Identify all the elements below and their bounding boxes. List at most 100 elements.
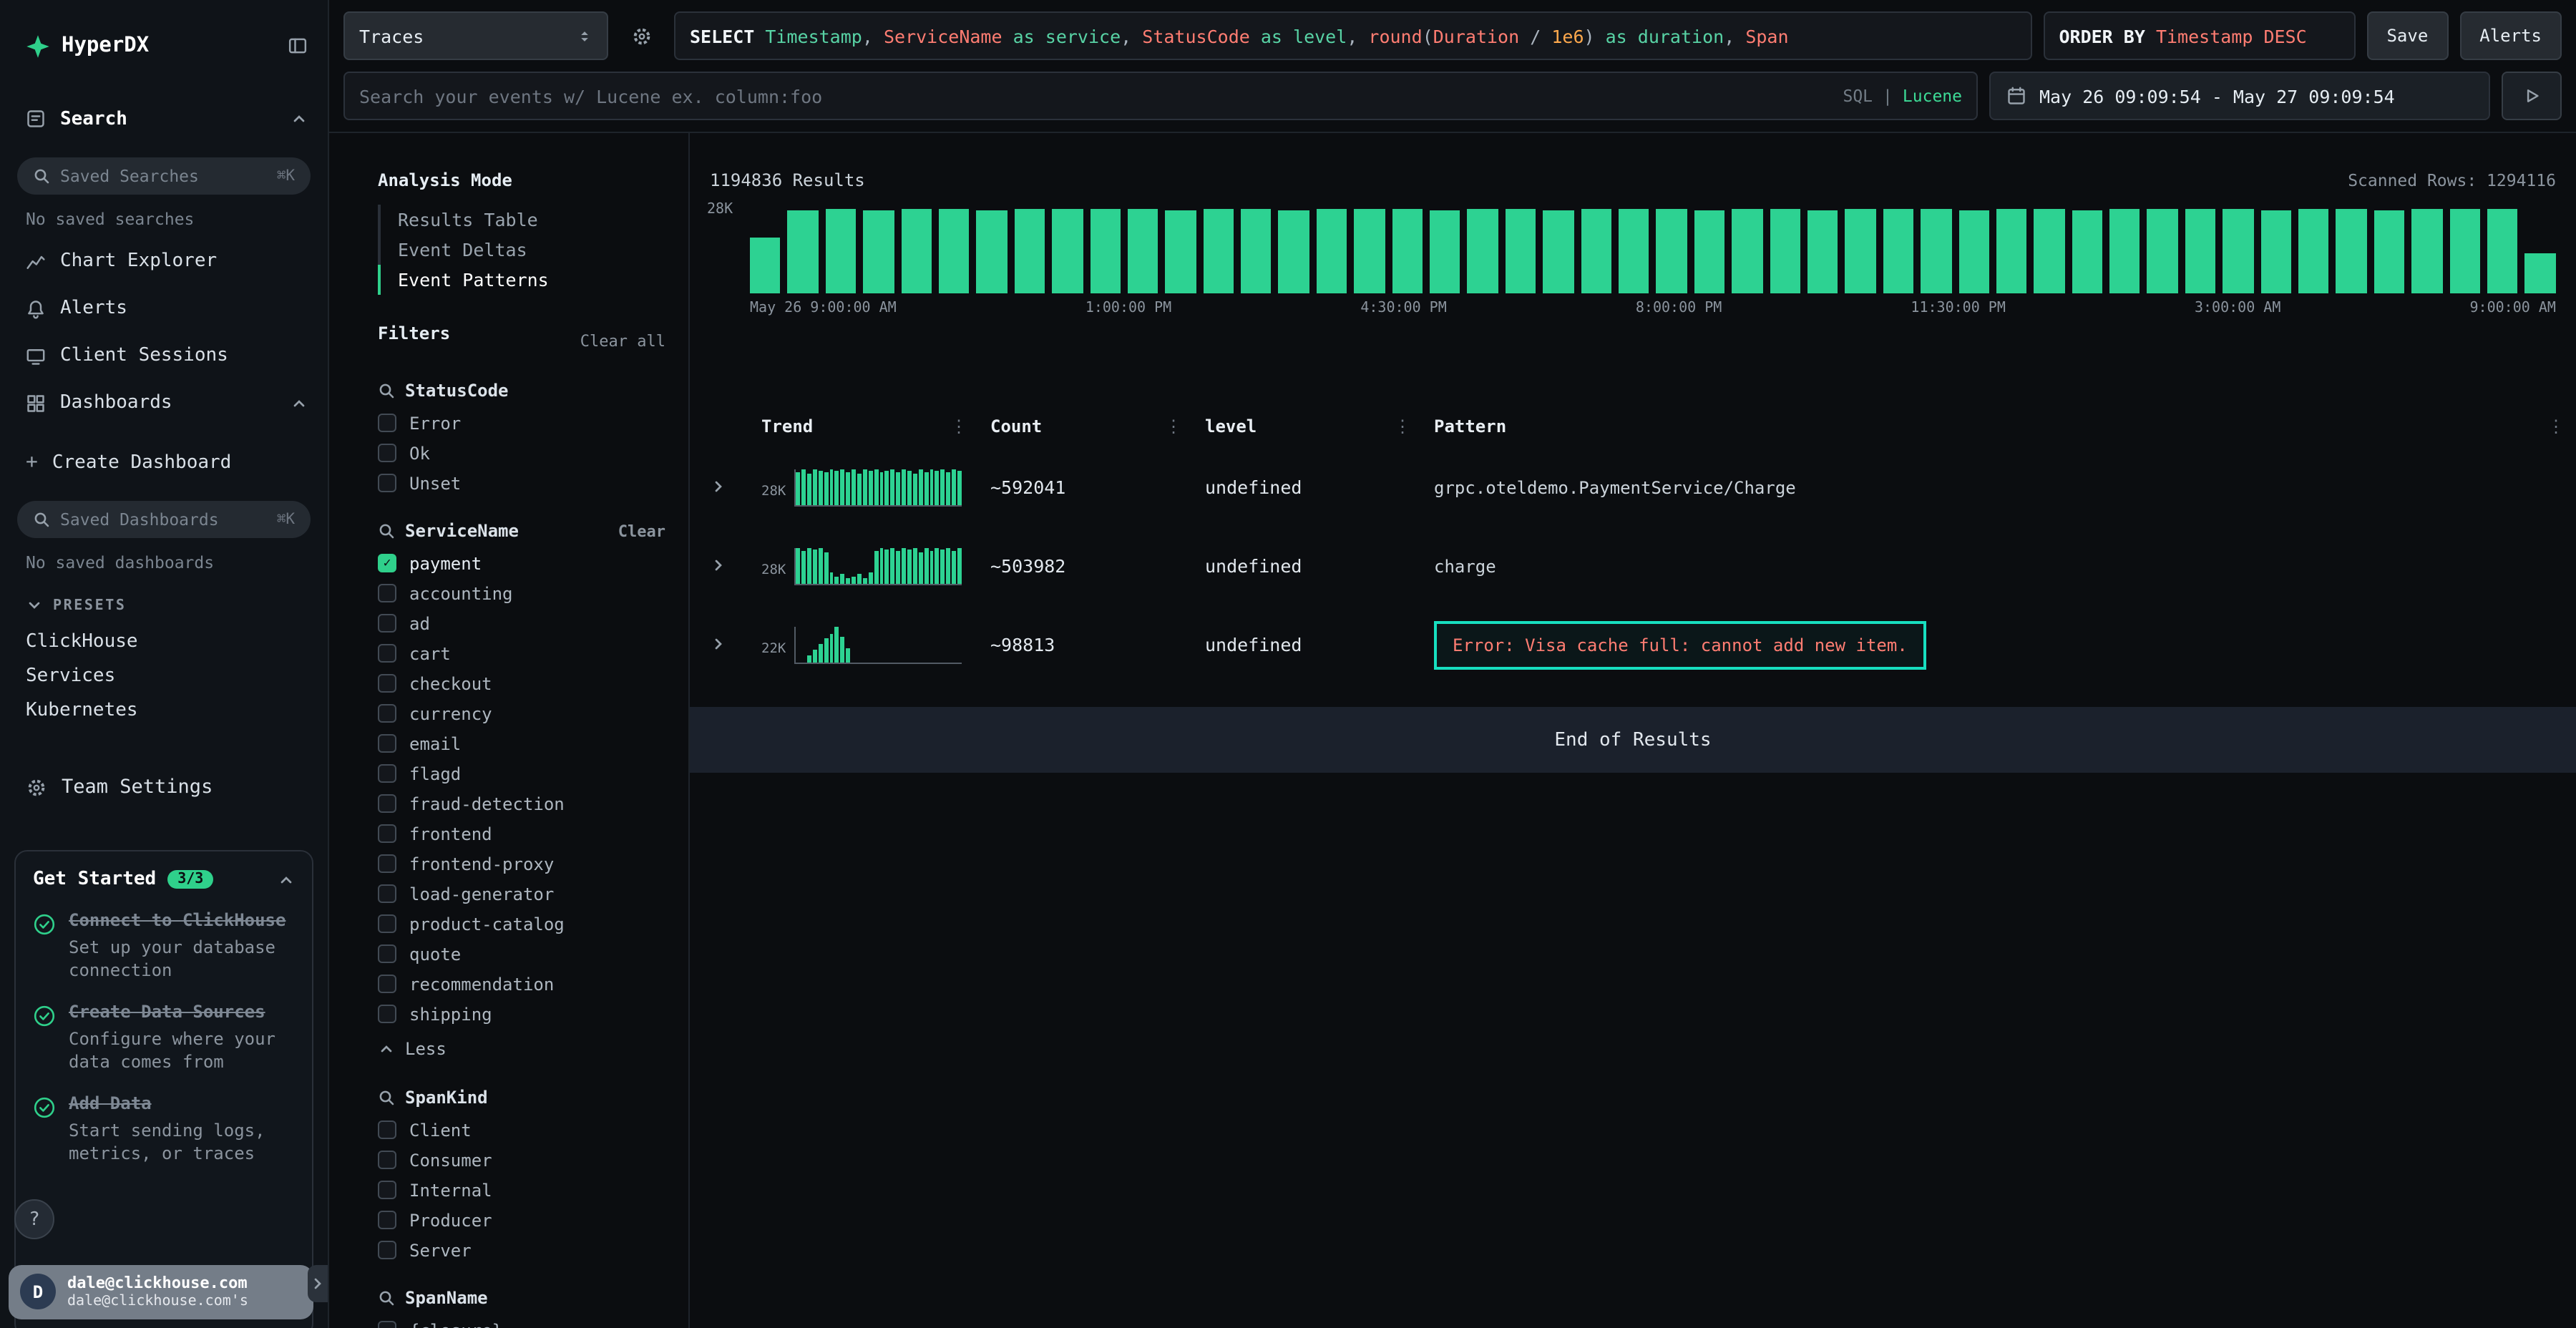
search-input[interactable] bbox=[359, 85, 1828, 107]
filter-option-currency[interactable]: currency bbox=[378, 698, 674, 728]
filter-checkbox[interactable] bbox=[378, 1151, 396, 1169]
filter-checkbox[interactable] bbox=[378, 794, 396, 813]
column-header-trend[interactable]: Trend ⋮ bbox=[761, 405, 990, 448]
sidebar-collapse-icon[interactable] bbox=[288, 36, 308, 56]
save-button[interactable]: Save bbox=[2366, 11, 2448, 60]
column-header-pattern[interactable]: Pattern bbox=[1434, 405, 2527, 448]
filter-checkbox[interactable] bbox=[378, 704, 396, 723]
filter-checkbox[interactable] bbox=[378, 944, 396, 963]
filter-option-load-generator[interactable]: load-generator bbox=[378, 879, 674, 909]
filter-option-producer[interactable]: Producer bbox=[378, 1205, 674, 1235]
column-handle-icon[interactable]: ⋮ bbox=[950, 416, 990, 436]
filter-option-flagd[interactable]: flagd bbox=[378, 758, 674, 788]
filter-checkbox[interactable] bbox=[378, 1321, 396, 1328]
sidebar-item-chart-explorer[interactable]: Chart Explorer bbox=[0, 238, 328, 285]
search-bar[interactable]: SQL | Lucene bbox=[343, 72, 1978, 120]
pattern-row[interactable]: 28K~592041undefinedgrpc.oteldemo.Payment… bbox=[690, 448, 2576, 527]
analysis-mode-event-patterns[interactable]: Event Patterns bbox=[378, 265, 674, 295]
get-started-item[interactable]: Connect to ClickHouseSet up your databas… bbox=[33, 910, 295, 982]
column-header-count[interactable]: Count ⋮ bbox=[990, 405, 1205, 448]
team-settings-button[interactable]: Team Settings bbox=[0, 764, 328, 810]
filter-option-quote[interactable]: quote bbox=[378, 939, 674, 969]
filter-option-product-catalog[interactable]: product-catalog bbox=[378, 909, 674, 939]
filter-checkbox[interactable] bbox=[378, 764, 396, 783]
presets-toggle[interactable]: PRESETS bbox=[0, 587, 328, 624]
filter-option-closure[interactable]: {closure} bbox=[378, 1315, 674, 1328]
clear-all-filters-button[interactable]: Clear all bbox=[580, 331, 674, 350]
get-started-item[interactable]: Create Data SourcesConfigure where your … bbox=[33, 1002, 295, 1073]
filter-checkbox[interactable] bbox=[378, 824, 396, 843]
filter-checkbox[interactable] bbox=[378, 444, 396, 462]
column-handle-icon[interactable]: ⋮ bbox=[1165, 416, 1205, 436]
sidebar-section-search[interactable]: Search bbox=[0, 97, 328, 140]
user-menu[interactable]: D dale@clickhouse.com dale@clickhouse.co… bbox=[9, 1265, 313, 1320]
filter-checkbox[interactable] bbox=[378, 734, 396, 753]
filter-option-email[interactable]: email bbox=[378, 728, 674, 758]
filter-clear-button[interactable]: Clear bbox=[618, 522, 674, 540]
filter-option-cart[interactable]: cart bbox=[378, 638, 674, 668]
filter-option-ok[interactable]: Ok bbox=[378, 438, 674, 468]
pattern-row[interactable]: 22K~98813undefinedError: Visa cache full… bbox=[690, 605, 2576, 684]
filter-checkbox[interactable] bbox=[378, 884, 396, 903]
filter-option-error[interactable]: Error bbox=[378, 408, 674, 438]
source-settings-button[interactable] bbox=[620, 11, 663, 60]
create-dashboard-button[interactable]: + Create Dashboard bbox=[0, 441, 328, 484]
get-started-item[interactable]: Add DataStart sending logs, metrics, or … bbox=[33, 1093, 295, 1165]
filter-checkbox[interactable] bbox=[378, 975, 396, 993]
filter-option-consumer[interactable]: Consumer bbox=[378, 1145, 674, 1175]
lucene-toggle[interactable]: Lucene bbox=[1903, 86, 1962, 106]
filter-checkbox[interactable] bbox=[378, 474, 396, 492]
pattern-row[interactable]: 28K~503982undefinedcharge bbox=[690, 527, 2576, 605]
sidebar-item-dashboards[interactable]: Dashboards bbox=[0, 379, 328, 426]
saved-dashboards-input[interactable]: Saved Dashboards ⌘K bbox=[17, 501, 311, 538]
filter-option-unset[interactable]: Unset bbox=[378, 468, 674, 498]
filter-checkbox[interactable] bbox=[378, 644, 396, 663]
filter-checkbox[interactable] bbox=[378, 854, 396, 873]
analysis-mode-results-table[interactable]: Results Table bbox=[378, 205, 674, 235]
filter-checkbox[interactable] bbox=[378, 1241, 396, 1259]
filter-option-frontend[interactable]: frontend bbox=[378, 819, 674, 849]
sidebar-item-alerts[interactable]: Alerts bbox=[0, 285, 328, 332]
chevron-up-icon[interactable] bbox=[278, 871, 295, 888]
column-handle-icon[interactable]: ⋮ bbox=[1394, 416, 1434, 436]
row-expand-chevron[interactable] bbox=[710, 552, 761, 580]
filter-option-accounting[interactable]: accounting bbox=[378, 578, 674, 608]
table-options-icon[interactable]: ⋮ bbox=[2527, 416, 2565, 436]
filter-option-fraud-detection[interactable]: fraud-detection bbox=[378, 788, 674, 819]
filter-option-recommendation[interactable]: recommendation bbox=[378, 969, 674, 999]
alerts-button[interactable]: Alerts bbox=[2459, 11, 2562, 60]
filter-checkbox[interactable] bbox=[378, 584, 396, 602]
sidebar-item-client-sessions[interactable]: Client Sessions bbox=[0, 332, 328, 379]
filter-option-ad[interactable]: ad bbox=[378, 608, 674, 638]
filter-option-payment[interactable]: ✓payment bbox=[378, 548, 674, 578]
preset-clickhouse[interactable]: ClickHouse bbox=[0, 624, 328, 658]
filter-checkbox[interactable] bbox=[378, 1005, 396, 1023]
date-range-picker[interactable]: May 26 09:09:54 - May 27 09:09:54 bbox=[1989, 72, 2490, 120]
highlighted-pattern[interactable]: Error: Visa cache full: cannot add new i… bbox=[1434, 620, 1926, 669]
chevron-up-icon[interactable] bbox=[291, 110, 308, 127]
filter-option-frontend-proxy[interactable]: frontend-proxy bbox=[378, 849, 674, 879]
show-less-button[interactable]: Less bbox=[378, 1032, 674, 1065]
filter-checkbox[interactable] bbox=[378, 914, 396, 933]
filter-checkbox[interactable] bbox=[378, 614, 396, 633]
row-expand-chevron[interactable] bbox=[710, 474, 761, 501]
filter-option-internal[interactable]: Internal bbox=[378, 1175, 674, 1205]
run-query-button[interactable] bbox=[2502, 72, 2562, 120]
analysis-mode-event-deltas[interactable]: Event Deltas bbox=[378, 235, 674, 265]
preset-kubernetes[interactable]: Kubernetes bbox=[0, 693, 328, 727]
events-histogram[interactable]: 28K May 26 9:00:00 AM1:00:00 PM4:30:00 P… bbox=[690, 205, 2576, 316]
filter-option-checkout[interactable]: checkout bbox=[378, 668, 674, 698]
filter-checkbox[interactable] bbox=[378, 674, 396, 693]
sql-toggle[interactable]: SQL bbox=[1843, 86, 1873, 106]
help-button[interactable]: ? bbox=[14, 1199, 54, 1239]
preset-services[interactable]: Services bbox=[0, 658, 328, 693]
saved-searches-input[interactable]: Saved Searches ⌘K bbox=[17, 157, 311, 195]
language-toggle[interactable]: SQL | Lucene bbox=[1828, 86, 1962, 106]
filter-option-shipping[interactable]: shipping bbox=[378, 999, 674, 1029]
sql-select-editor[interactable]: SELECT Timestamp, ServiceName as service… bbox=[674, 11, 2031, 60]
get-started-header[interactable]: Get Started 3/3 bbox=[33, 869, 295, 890]
filter-checkbox[interactable] bbox=[378, 1181, 396, 1199]
filter-checkbox[interactable] bbox=[378, 414, 396, 432]
source-select[interactable]: Traces bbox=[343, 11, 608, 60]
column-header-level[interactable]: level ⋮ bbox=[1205, 405, 1434, 448]
